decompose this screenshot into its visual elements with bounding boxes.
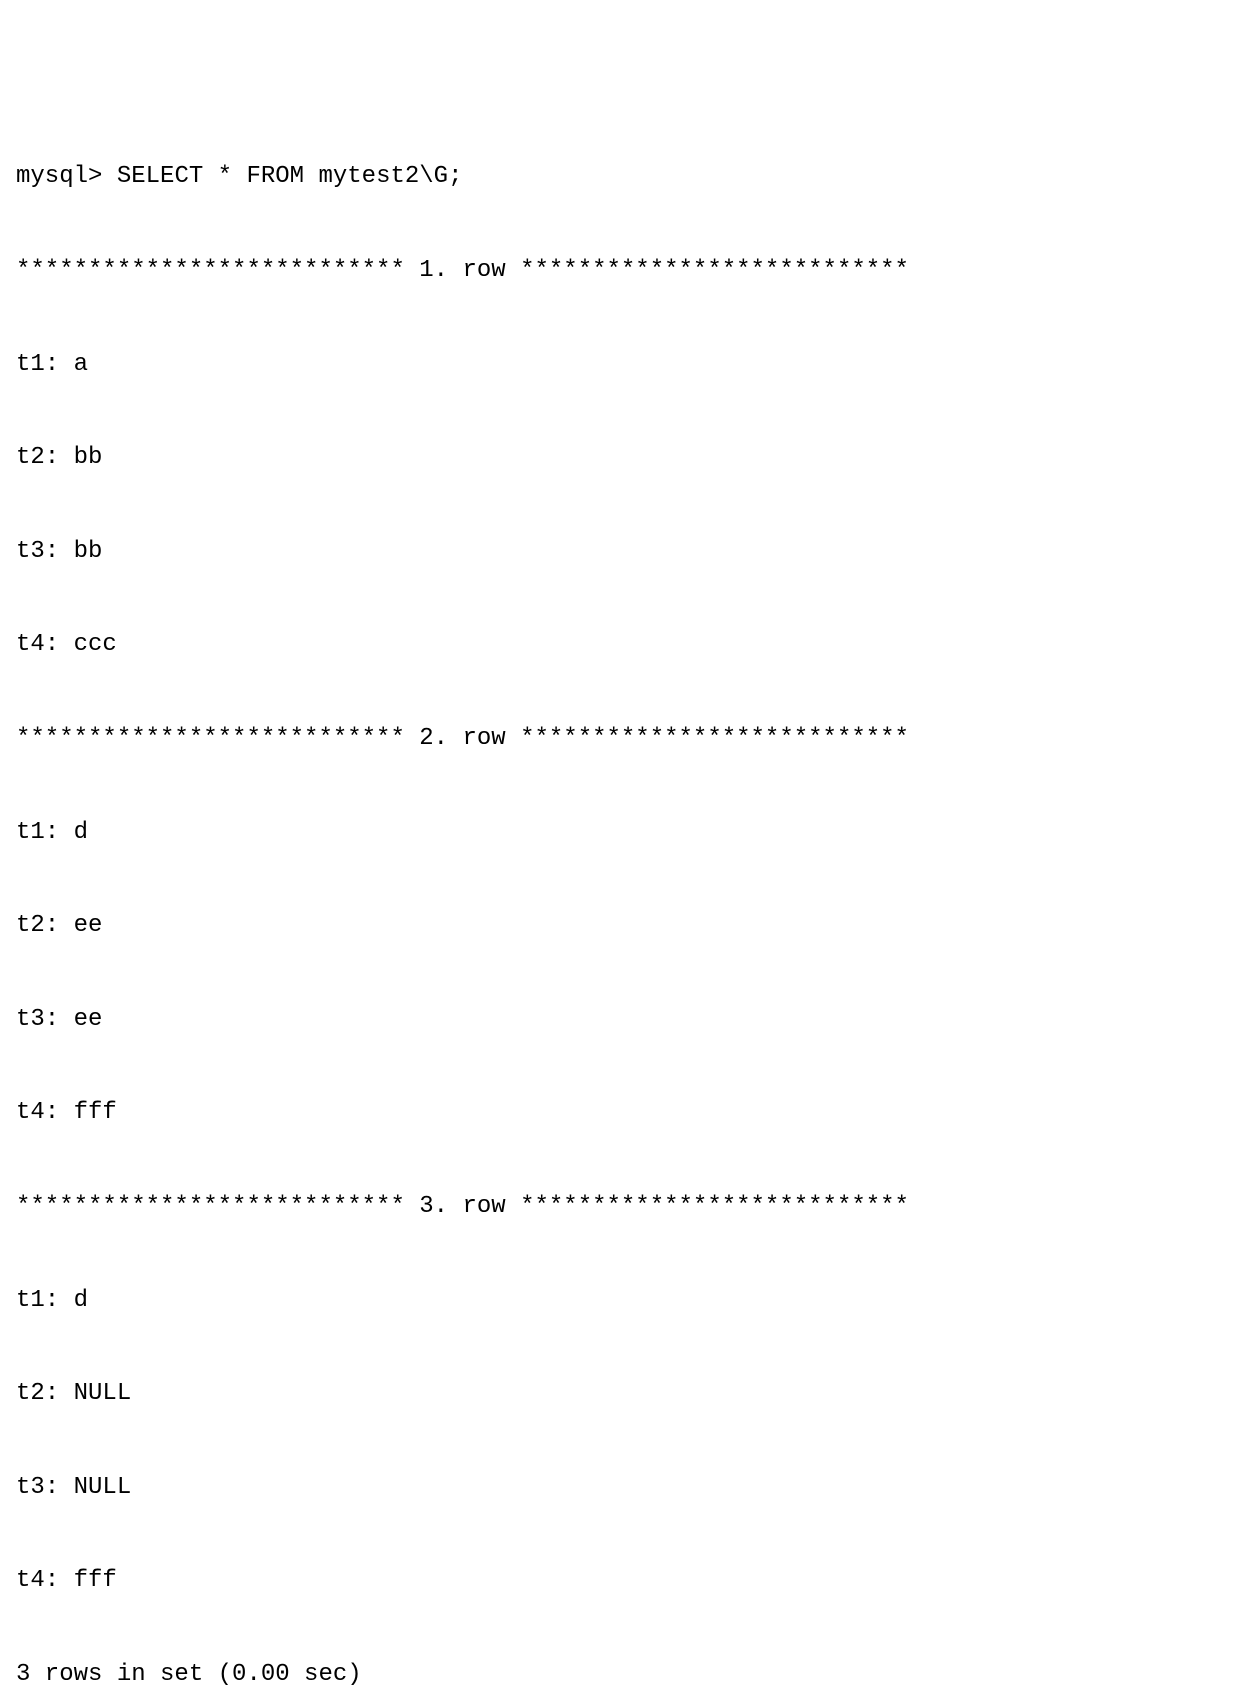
row3-t1: t1: d <box>16 1278 1238 1325</box>
row2-t2: t2: ee <box>16 903 1238 950</box>
row3-t3: t3: NULL <box>16 1465 1238 1512</box>
row2-t4: t4: fff <box>16 1090 1238 1137</box>
row-separator-3: *************************** 3. row *****… <box>16 1184 1238 1231</box>
row3-t2: t2: NULL <box>16 1371 1238 1418</box>
row2-t1: t1: d <box>16 810 1238 857</box>
sql-command: SELECT * FROM mytest2\G; <box>117 163 463 190</box>
row1-t4: t4: ccc <box>16 622 1238 669</box>
result-footer: 3 rows in set (0.00 sec) <box>16 1652 1238 1699</box>
row3-t4: t4: fff <box>16 1558 1238 1605</box>
row1-t2: t2: bb <box>16 435 1238 482</box>
row2-t3: t3: ee <box>16 997 1238 1044</box>
row1-t3: t3: bb <box>16 529 1238 576</box>
row1-t1: t1: a <box>16 342 1238 389</box>
mysql-prompt: mysql> <box>16 163 117 190</box>
row-separator-1: *************************** 1. row *****… <box>16 248 1238 295</box>
mysql-command-line[interactable]: mysql> SELECT * FROM mytest2\G; <box>16 154 1238 201</box>
row-separator-2: *************************** 2. row *****… <box>16 716 1238 763</box>
